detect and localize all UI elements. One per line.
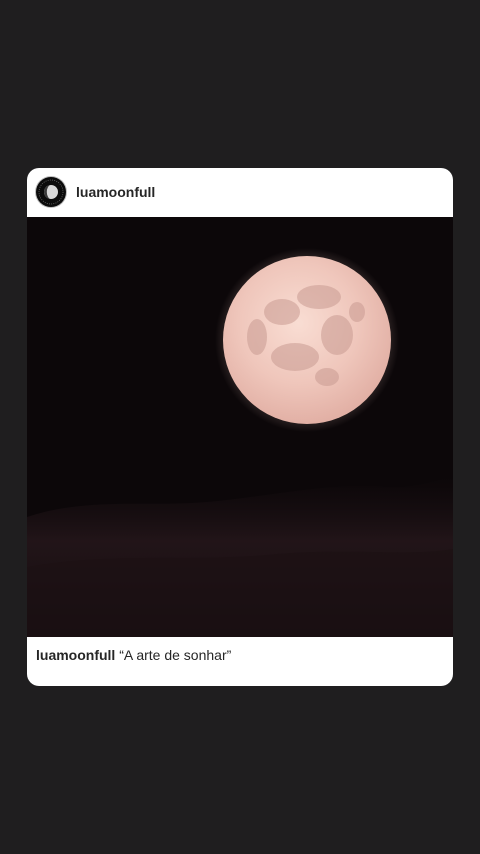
caption-text: “A arte de sonhar”: [119, 647, 232, 663]
caption-username[interactable]: luamoonfull: [36, 647, 115, 663]
post-image[interactable]: [27, 217, 453, 637]
post-caption: luamoonfull “A arte de sonhar”: [36, 647, 444, 663]
avatar[interactable]: [36, 177, 66, 207]
post-header: luamoonfull: [27, 168, 453, 217]
moon-logo-icon: [38, 179, 64, 205]
story-screen: luamoonfull luamoonfull “A arte de sonha…: [0, 0, 480, 854]
night-clouds-lower: [27, 549, 453, 637]
post-username[interactable]: luamoonfull: [76, 184, 155, 200]
shared-post-card[interactable]: luamoonfull luamoonfull “A arte de sonha…: [27, 168, 453, 686]
